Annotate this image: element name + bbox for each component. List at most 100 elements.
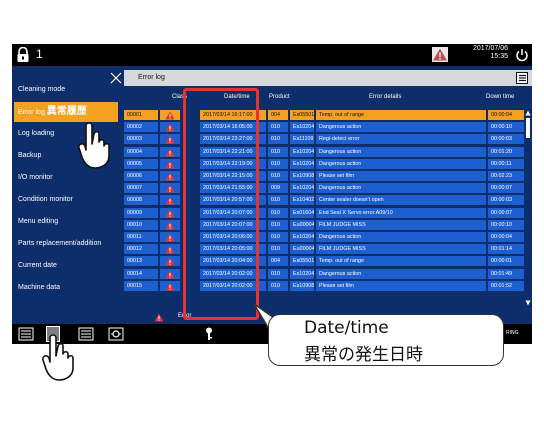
warning-icon <box>433 48 447 61</box>
cell-code: Es10908 <box>290 171 314 181</box>
cell-product: 010 <box>268 158 288 169</box>
cell-no: 00014 <box>124 268 158 279</box>
warning-icon <box>165 209 175 218</box>
screen-number: 1 <box>36 47 43 61</box>
cell-downtime: 00:01:52 <box>488 280 524 291</box>
cell-downtime: 00:00:03 <box>488 134 524 145</box>
cell-details: Temp. out of range <box>316 110 486 120</box>
menu-icon[interactable] <box>516 72 528 84</box>
sidebar-item-parts-replacement[interactable]: Parts replacement/addition <box>12 234 124 254</box>
cell-details: FILM JUDGE MISS <box>316 219 486 230</box>
cell-details: Temp. out of range <box>316 256 486 267</box>
sidebar-item-io-monitor[interactable]: I/O monitor <box>12 168 124 188</box>
cell-no: 00010 <box>124 219 158 230</box>
cell-code: Es05501 <box>290 256 314 267</box>
column-header-error-details: Error details <box>369 94 402 100</box>
scroll-thumb[interactable] <box>526 118 530 138</box>
warning-icon <box>165 270 175 279</box>
clock: 2017/07/06 15:35 <box>464 45 508 61</box>
sidebar-item-label: Log loading <box>18 130 55 137</box>
list-icon[interactable] <box>18 327 34 341</box>
sidebar-item-menu-editing[interactable]: Menu editing <box>12 212 124 232</box>
cell-class <box>160 158 180 169</box>
warning-icon <box>165 233 175 242</box>
cell-code: Es11109 <box>290 134 314 145</box>
cell-no: 00002 <box>124 122 158 133</box>
settings-icon[interactable] <box>108 327 124 341</box>
panel-title: Error log <box>138 74 165 81</box>
cell-class <box>160 134 180 145</box>
sidebar-item-machine-data[interactable]: Machine data <box>12 278 124 298</box>
cell-no: 00011 <box>124 232 158 242</box>
datetime-highlight-box <box>183 88 259 320</box>
cell-details: FILM JUDGE MISS <box>316 244 486 255</box>
cell-code: Es10204 <box>290 146 314 157</box>
scrollbar[interactable] <box>525 110 531 310</box>
cell-details: Center sealer doesn't open <box>316 195 486 206</box>
sidebar-item-label: Condition monitor <box>18 196 73 203</box>
callout-text-en: Date/time <box>304 318 389 338</box>
cell-downtime: 00:00:07 <box>488 183 524 194</box>
cell-no: 00012 <box>124 244 158 255</box>
cell-details: Dangerous action <box>316 232 486 242</box>
cell-code: Es10204 <box>290 122 314 133</box>
pointing-hand-icon <box>42 334 74 381</box>
cell-code: Eu00004 <box>290 244 314 255</box>
panel-titlebar: Error log <box>124 70 532 86</box>
cell-product: 010 <box>268 195 288 206</box>
warning-icon <box>165 160 175 169</box>
cell-downtime: 00:00:11 <box>488 158 524 169</box>
cell-class <box>160 110 180 120</box>
cell-product: 010 <box>268 122 288 133</box>
cell-details: Dangerous action <box>316 146 486 157</box>
sidebar-item-label: Error log <box>18 109 45 116</box>
sidebar-item-current-date[interactable]: Current date <box>12 256 124 276</box>
cell-code: Es10402 <box>290 195 314 206</box>
scroll-up-icon[interactable] <box>525 110 531 116</box>
warning-icon <box>165 196 175 205</box>
key-icon[interactable] <box>204 327 214 341</box>
cell-downtime: 00:00:03 <box>488 195 524 206</box>
cell-class <box>160 183 180 194</box>
sidebar-item-condition-monitor[interactable]: Condition monitor <box>12 190 124 210</box>
cell-downtime: 00:00:04 <box>488 232 524 242</box>
cell-code: Es10204 <box>290 268 314 279</box>
cell-details: Please set film <box>316 280 486 291</box>
power-icon[interactable] <box>515 48 529 62</box>
sidebar-item-label: I/O monitor <box>18 174 53 181</box>
cell-no: 00006 <box>124 171 158 181</box>
cell-downtime: 00:01:14 <box>488 244 524 255</box>
scroll-down-icon[interactable] <box>525 300 531 306</box>
cell-product: 010 <box>268 244 288 255</box>
warning-icon <box>165 221 175 230</box>
cell-code: Es05501 <box>290 110 314 120</box>
cell-class <box>160 280 180 291</box>
pointing-hand-icon <box>78 122 110 169</box>
alarm-button[interactable] <box>432 47 448 62</box>
sidebar-item-cleaning-mode[interactable]: Cleaning mode <box>12 80 124 100</box>
clock-date: 2017/07/06 <box>472 45 508 52</box>
cell-downtime: 00:01:49 <box>488 268 524 279</box>
cell-details: Regi-detect error <box>316 134 486 145</box>
top-bar: 1 2017/07/06 15:35 <box>12 44 532 66</box>
footer-label: RING <box>506 330 519 336</box>
cell-downtime: 00:00:07 <box>488 207 524 218</box>
cell-class <box>160 244 180 255</box>
cell-product: 010 <box>268 280 288 291</box>
column-header-product: Product <box>269 94 290 100</box>
warning-icon <box>165 184 175 193</box>
cell-code: Es01604 <box>290 207 314 218</box>
warning-icon <box>165 172 175 181</box>
cell-downtime: 00:00:04 <box>488 110 524 120</box>
cell-code: Eu00004 <box>290 219 314 230</box>
cell-details: Dangerous action <box>316 268 486 279</box>
cell-code: Es10204 <box>290 183 314 194</box>
sidebar-item-error-log[interactable]: Error log 異常履歴 <box>14 102 118 122</box>
hmi-screen: 1 2017/07/06 15:35 Cleaning mode Error l… <box>12 44 532 344</box>
sidebar-item-label: Parts replacement/addition <box>18 240 102 247</box>
cell-downtime: 00:00:01 <box>488 256 524 267</box>
cell-no: 00013 <box>124 256 158 267</box>
warning-icon <box>165 245 175 254</box>
cell-no: 00004 <box>124 146 158 157</box>
sidebar-item-label: Current date <box>18 262 57 269</box>
